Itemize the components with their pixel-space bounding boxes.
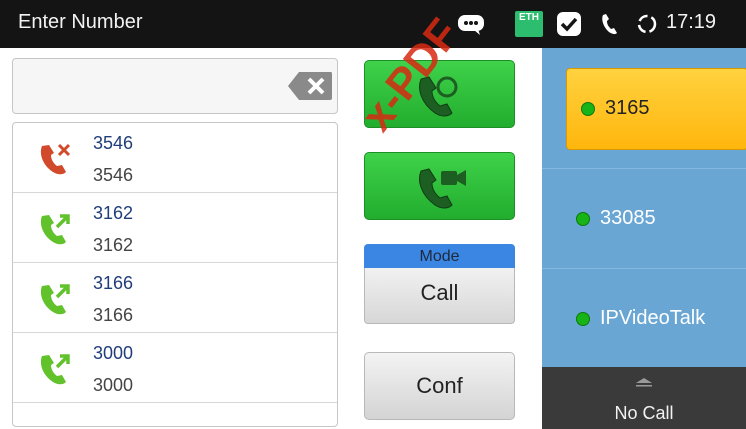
account-label: IPVideoTalk xyxy=(600,307,706,329)
chat-bubble-icon xyxy=(458,15,484,35)
ethernet-icon: ETH xyxy=(515,11,543,37)
mode-value: Call xyxy=(364,268,515,324)
ethernet-label: ETH xyxy=(519,12,539,23)
number-input[interactable] xyxy=(12,58,338,114)
expand-up-icon xyxy=(636,378,652,387)
screen-title: Enter Number xyxy=(18,11,143,33)
sync-icon xyxy=(637,14,657,34)
account-label: 33085 xyxy=(600,207,656,229)
account-label: 3165 xyxy=(605,97,650,119)
call-number: 3546 xyxy=(93,165,134,185)
call-number: 3166 xyxy=(93,305,134,325)
call-history-item[interactable]: 3546 3546 xyxy=(13,123,337,193)
call-name: 3162 xyxy=(93,203,134,223)
outgoing-call-icon xyxy=(40,284,70,315)
account-item[interactable]: 33085 xyxy=(542,168,746,268)
check-app-icon xyxy=(557,12,581,36)
call-name: 3546 xyxy=(93,133,134,153)
call-status-label: No Call xyxy=(614,403,674,423)
account-item[interactable]: 3165 xyxy=(566,68,746,150)
video-call-button[interactable] xyxy=(364,152,515,220)
account-status-icon xyxy=(581,102,595,116)
mode-label: Mode xyxy=(364,244,515,268)
clock: 17:19 xyxy=(666,11,717,33)
outgoing-call-icon xyxy=(40,214,70,245)
call-history-list[interactable]: 3546 3546 3162 3162 3166 3166 3000 3000 xyxy=(12,122,338,427)
conf-button[interactable]: Conf xyxy=(364,352,515,420)
call-name: 3000 xyxy=(93,343,134,363)
outgoing-call-icon xyxy=(40,354,70,385)
phone-icon xyxy=(602,14,617,35)
call-number: 3162 xyxy=(93,235,134,255)
account-item[interactable]: IPVideoTalk xyxy=(542,268,746,368)
video-call-icon xyxy=(419,168,466,209)
call-history-item[interactable]: 3162 3162 xyxy=(13,193,337,263)
call-status-bar[interactable]: No Call xyxy=(542,367,746,429)
audio-call-button[interactable] xyxy=(364,60,515,128)
accounts-panel: 3165 33085 IPVideoTalk No Call xyxy=(542,48,746,429)
status-bar: Enter Number ETH 17:19 xyxy=(0,0,746,48)
call-history-item[interactable]: 3166 3166 xyxy=(13,263,337,333)
backspace-icon[interactable] xyxy=(287,71,333,101)
account-status-icon xyxy=(576,212,590,226)
phone-call-icon xyxy=(419,76,458,117)
call-history-item[interactable]: 3000 3000 xyxy=(13,333,337,403)
missed-call-icon xyxy=(40,143,71,175)
account-status-icon xyxy=(576,312,590,326)
call-number: 3000 xyxy=(93,375,134,395)
call-name: 3166 xyxy=(93,273,134,293)
mode-toggle[interactable]: Mode Call xyxy=(364,244,515,324)
